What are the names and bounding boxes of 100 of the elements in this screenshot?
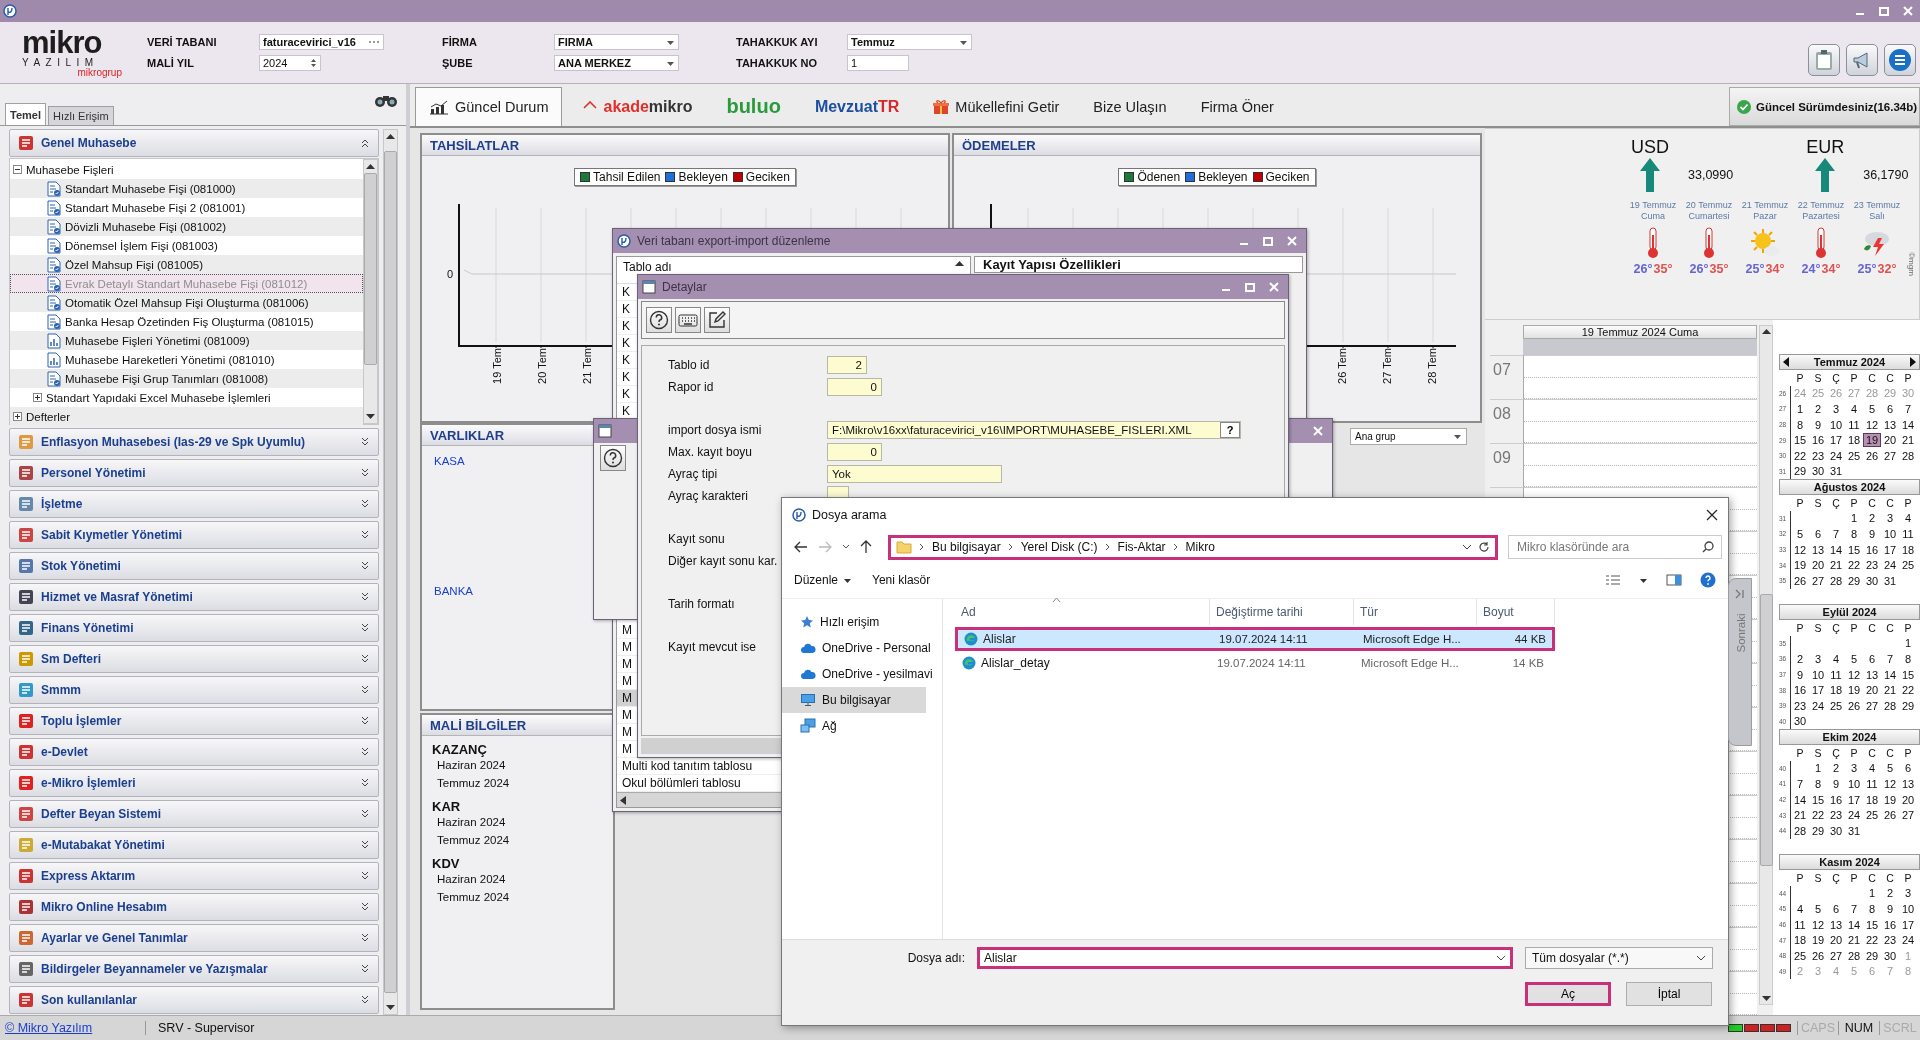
list-item[interactable]: M [622, 640, 632, 654]
calendar-day[interactable]: 4 [1827, 653, 1845, 665]
list-item[interactable]: Multi kod tanıtım tablosu [622, 759, 753, 773]
column-header[interactable]: Tablo adı [623, 260, 672, 274]
calendar-day[interactable]: 21 [1881, 684, 1899, 697]
calendar-day[interactable]: 7 [1899, 403, 1917, 415]
calendar-day[interactable]: 27 [1863, 699, 1881, 712]
nav-tab[interactable]: Güncel Durum [415, 87, 563, 126]
breadcrumb-item[interactable]: Fis-Aktar [1117, 540, 1166, 554]
calendar-day[interactable]: 10 [1809, 668, 1827, 681]
calendar-day[interactable]: 22 [1809, 809, 1827, 822]
list-item[interactable]: K [622, 302, 630, 316]
dropdown[interactable]: Ana grup [1350, 428, 1467, 445]
module-header[interactable]: Sabit Kıymetler Yönetimi [9, 521, 379, 549]
calendar-day[interactable]: 13 [1827, 918, 1845, 931]
period-link[interactable]: Haziran 2024 [437, 873, 506, 885]
asset-link[interactable]: KASA [434, 455, 465, 467]
tree-item[interactable]: Banka Hesap Özetinden Fiş Oluşturma (081015) [10, 312, 363, 331]
caret-icon[interactable] [1462, 543, 1472, 551]
calendar-day[interactable]: 9 [1863, 528, 1881, 540]
maximize-icon[interactable] [1244, 281, 1256, 293]
tree-item[interactable]: Dövizli Muhasebe Fişi (081002) [10, 217, 363, 236]
copyright-link[interactable]: © Mikro Yazılım [0, 1021, 145, 1035]
calendar-day[interactable]: 23 [1791, 699, 1809, 712]
chevron-down-icon[interactable] [360, 468, 370, 478]
calendar-day[interactable]: 3 [1899, 887, 1917, 900]
scroll-up-icon[interactable] [366, 163, 375, 169]
caret-icon[interactable] [1453, 432, 1462, 441]
calendar-day[interactable]: 14 [1827, 543, 1845, 556]
calendar-day[interactable]: 23 [1863, 559, 1881, 572]
calendar-day[interactable]: 30 [1809, 465, 1827, 478]
calendar-day[interactable]: 15 [1863, 918, 1881, 931]
calendar-day[interactable]: 24 [1809, 699, 1827, 712]
calendar-day[interactable]: 15 [1845, 543, 1863, 556]
calendar-day[interactable]: 5 [1791, 528, 1809, 540]
calendar-day[interactable]: 14 [1899, 418, 1917, 431]
chevron-down-icon[interactable] [360, 995, 370, 1005]
input-field[interactable]: 2 [827, 356, 867, 374]
chevron-down-icon[interactable] [360, 964, 370, 974]
calendar-day[interactable]: 3 [1845, 762, 1863, 775]
calendar-day[interactable]: 2 [1827, 762, 1845, 775]
list-item[interactable]: M [622, 742, 632, 756]
module-header[interactable]: Smmm [9, 676, 379, 704]
list-item[interactable]: K [622, 336, 630, 350]
calendar-day[interactable]: 26 [1809, 949, 1827, 962]
calendar-day[interactable]: 5 [1845, 653, 1863, 665]
calendar-day[interactable]: 28 [1791, 824, 1809, 837]
breadcrumb-item[interactable]: Bu bilgisayar [932, 540, 1001, 554]
calendar-day[interactable]: 1 [1863, 887, 1881, 900]
column-header[interactable]: Tür [1354, 599, 1477, 625]
calendar-day[interactable]: 19 [1809, 934, 1827, 947]
calendar-day[interactable]: 18 [1899, 543, 1917, 556]
calendar-day[interactable]: 8 [1899, 653, 1917, 665]
refresh-icon[interactable] [1478, 541, 1490, 553]
tree-item[interactable]: Dönemsel İşlem Fişi (081003) [10, 236, 363, 255]
caret-icon[interactable] [842, 543, 850, 551]
calendar-day[interactable]: 16 [1881, 918, 1899, 931]
module-header[interactable]: e-Devlet [9, 738, 379, 766]
module-header[interactable]: Hizmet ve Masraf Yönetimi [9, 583, 379, 611]
calendar-day[interactable]: 7 [1827, 528, 1845, 540]
calendar-day[interactable]: 9 [1881, 903, 1899, 915]
calendar-day[interactable]: 20 [1827, 934, 1845, 947]
calendar-day[interactable]: 16 [1809, 434, 1827, 447]
calendar-day[interactable]: 20 [1863, 684, 1881, 697]
scrollbar[interactable] [1759, 325, 1773, 1005]
chevron-down-icon[interactable] [360, 871, 370, 881]
calendar-day[interactable]: 14 [1791, 793, 1809, 806]
calendar-day[interactable]: 26 [1863, 449, 1881, 462]
calendar-day[interactable]: 6 [1863, 653, 1881, 665]
tree-item[interactable]: Muhasebe Fişi Grup Tanımları (081008) [10, 369, 363, 388]
calendar-day[interactable]: 10 [1827, 418, 1845, 431]
nav-tab[interactable]: Bize Ulaşın [1080, 87, 1180, 126]
nav-tab[interactable]: akademikro [570, 87, 706, 126]
asset-link[interactable]: BANKA [434, 585, 473, 597]
calendar-day[interactable]: 4 [1899, 512, 1917, 525]
dropdown[interactable]: Tüm dosyalar (*.*) [1525, 947, 1713, 969]
calendar-day[interactable]: 24 [1845, 809, 1863, 822]
column-header[interactable]: Boyut [1477, 599, 1555, 625]
calendar-day[interactable]: 14 [1845, 918, 1863, 931]
calendar-day[interactable]: 15 [1791, 434, 1809, 447]
calendar-day[interactable]: 12 [1881, 778, 1899, 790]
address-bar[interactable]: Bu bilgisayar Yerel Disk (C:) Fis-Aktar Mikro [888, 534, 1498, 560]
tree-item[interactable]: Özel Mahsup Fişi (081005) [10, 255, 363, 274]
calendar-day[interactable]: 14 [1881, 668, 1899, 681]
scroll-left-icon[interactable] [620, 795, 626, 805]
clipboard-icon[interactable] [1808, 43, 1840, 76]
calendar-day[interactable]: 31 [1881, 574, 1899, 587]
nav-item[interactable]: Ağ [782, 713, 942, 739]
calendar-day[interactable]: 2 [1881, 887, 1899, 900]
list-item[interactable]: K [622, 387, 630, 401]
calendar-day[interactable]: 23 [1827, 809, 1845, 822]
dropdown[interactable]: ANA MERKEZ [554, 55, 679, 71]
dropdown[interactable]: FIRMA [554, 34, 679, 50]
sidebar-tab[interactable]: Temel [5, 103, 46, 125]
chevron-down-icon[interactable] [360, 778, 370, 788]
calendar-day[interactable]: 26 [1845, 699, 1863, 712]
calendar-day[interactable]: 17 [1809, 684, 1827, 697]
calendar-day[interactable]: 18 [1863, 793, 1881, 806]
calendar-day[interactable]: 17 [1881, 543, 1899, 556]
scroll-down-icon[interactable] [1761, 996, 1771, 1002]
